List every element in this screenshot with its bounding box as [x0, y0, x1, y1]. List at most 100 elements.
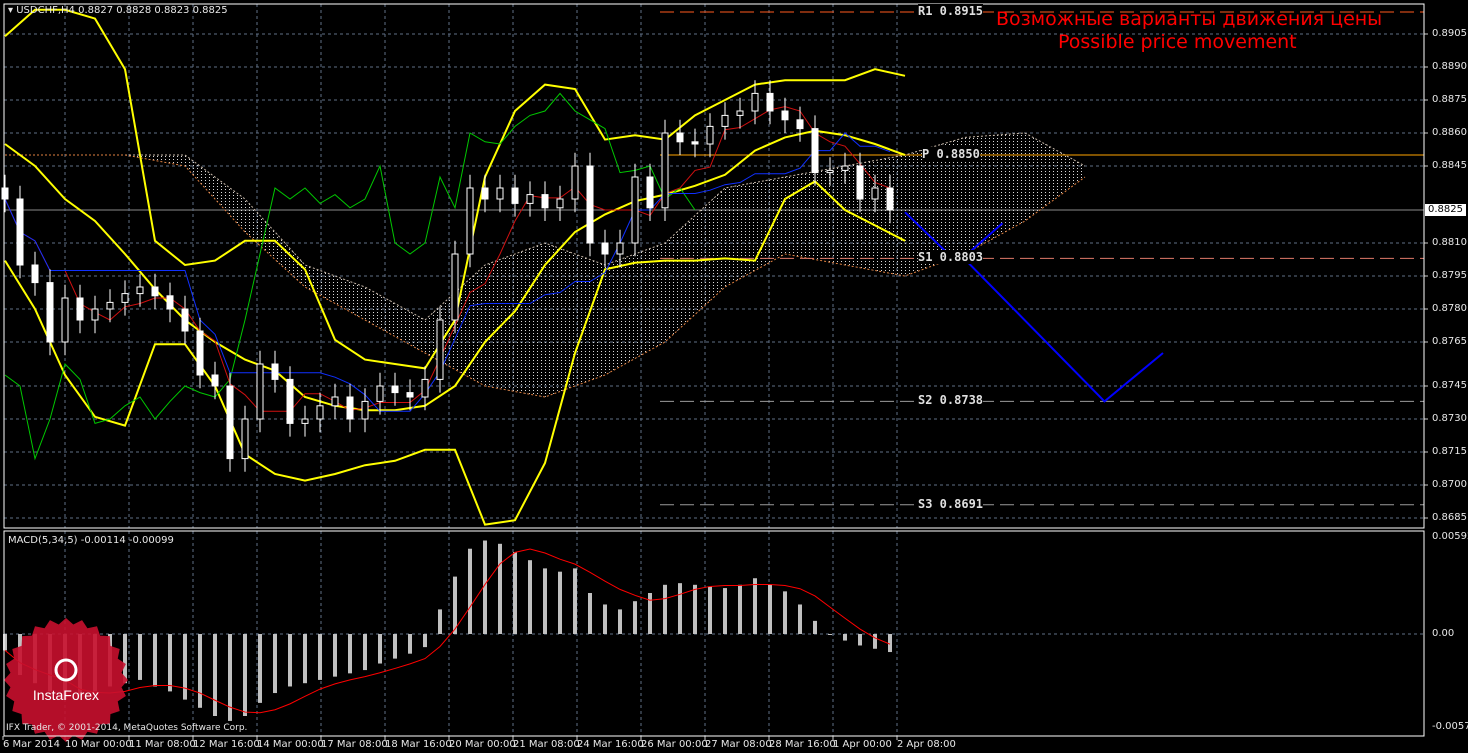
time-tick-label: 26 Mar 00:00: [641, 739, 708, 750]
candle-body: [871, 187, 879, 200]
macd-bar: [213, 634, 217, 716]
macd-bar: [453, 576, 457, 634]
candle-body: [826, 169, 834, 174]
candle-body: [121, 293, 129, 303]
candle-body: [211, 374, 219, 387]
candle-body: [151, 286, 159, 297]
candle-body: [451, 253, 459, 321]
dropdown-icon[interactable]: ▾: [8, 5, 13, 16]
time-tick-label: 28 Mar 16:00: [769, 739, 836, 750]
candle-body: [886, 187, 894, 211]
candle-body: [31, 264, 39, 284]
macd-bar: [153, 634, 157, 687]
candle-body: [241, 418, 249, 460]
candle-body: [661, 132, 669, 209]
candle-body: [316, 405, 324, 420]
macd-bar: [858, 634, 862, 646]
candle-body: [271, 363, 279, 380]
macd-bar: [738, 584, 742, 634]
candle-body: [511, 187, 519, 204]
macd-bar: [783, 591, 787, 634]
price-tick-label: 0.8905: [1432, 28, 1467, 39]
candle-body: [301, 418, 309, 424]
candle-body: [781, 110, 789, 121]
candle-body: [166, 295, 174, 310]
candle-body: [766, 92, 774, 112]
grid: [2, 4, 1428, 740]
candle-body: [526, 194, 534, 204]
candle-body: [736, 110, 744, 116]
macd-bar: [723, 588, 727, 634]
macd-signal-line: [4, 548, 891, 714]
candle-body: [391, 385, 399, 394]
candle-body: [691, 141, 699, 145]
macd-tick-label: 0.00592: [1432, 531, 1468, 542]
candle-body: [46, 282, 54, 343]
candle-body: [556, 198, 564, 209]
candle-body: [571, 165, 579, 200]
annotation-russian: Возможные варианты движения цены: [996, 8, 1383, 30]
current-price-marker: 0.8825: [1425, 204, 1466, 216]
macd-bar: [138, 634, 142, 680]
candle-body: [811, 128, 819, 174]
time-tick-label: 10 Mar 00:00: [65, 739, 132, 750]
annotation-english: Possible price movement: [1058, 31, 1297, 53]
macd-label: MACD(5,34,5) -0.00114 -0.00099: [8, 535, 174, 546]
candle-body: [616, 242, 624, 255]
candle-body: [91, 308, 99, 321]
time-tick-label: 24 Mar 16:00: [577, 739, 644, 750]
candles: [1, 80, 894, 472]
candle-body: [406, 392, 414, 398]
price-tick-label: 0.8780: [1432, 303, 1467, 314]
pivot-label-p: P 0.8850: [922, 147, 980, 161]
macd-bar: [573, 568, 577, 634]
candle-body: [676, 132, 684, 143]
ohlc-values: 0.8827 0.8828 0.8823 0.8825: [78, 5, 228, 16]
macd-bar: [528, 560, 532, 634]
time-tick-label: 17 Mar 08:00: [321, 739, 388, 750]
macd-bar: [543, 568, 547, 634]
macd-bar: [273, 634, 277, 694]
time-tick-label: 12 Mar 16:00: [193, 739, 260, 750]
candle-body: [346, 396, 354, 420]
macd-tick-label: -0.00578: [1432, 721, 1468, 732]
macd-bar: [378, 634, 382, 664]
macd-bar: [318, 634, 322, 680]
pivot-label-r1: R1 0.8915: [918, 4, 984, 18]
candle-body: [631, 176, 639, 244]
time-tick-label: 21 Mar 08:00: [513, 739, 580, 750]
price-tick-label: 0.8890: [1432, 61, 1467, 72]
price-tick-label: 0.8715: [1432, 446, 1467, 457]
macd-bar: [468, 548, 472, 634]
price-tick-label: 0.8730: [1432, 413, 1467, 424]
chart-canvas[interactable]: InstaForex: [0, 0, 1468, 753]
macd-bar: [633, 601, 637, 634]
pivot-label-s3: S3 0.8691: [918, 496, 984, 511]
candle-body: [361, 400, 369, 420]
macd-bar: [408, 634, 412, 654]
candle-body: [16, 198, 24, 266]
kijun-sen: [4, 132, 891, 412]
macd-bar: [333, 634, 337, 677]
pivot-label-s1: S1 0.8803: [918, 250, 984, 265]
macd-bar: [513, 552, 517, 634]
macd-bar: [693, 584, 697, 634]
macd-bar: [288, 634, 292, 687]
macd-bar: [843, 634, 847, 641]
price-tick-label: 0.8745: [1432, 380, 1467, 391]
candle-body: [436, 319, 444, 380]
time-tick-label: 20 Mar 00:00: [449, 739, 516, 750]
candle-body: [286, 378, 294, 424]
candle-body: [136, 286, 144, 295]
candle-body: [106, 301, 114, 310]
symbol-header: ▾ USDCHF,H4 0.8827 0.8828 0.8823 0.8825: [8, 5, 228, 17]
candle-body: [196, 330, 204, 376]
macd-bar: [798, 604, 802, 634]
candle-body: [856, 165, 864, 200]
forecast-path: [956, 251, 1164, 403]
trading-chart-window: InstaForex ▾ USDCHF,H4 0.8827 0.8828 0.8…: [0, 0, 1468, 753]
time-tick-label: 27 Mar 08:00: [705, 739, 772, 750]
macd-bar: [348, 634, 352, 674]
macd-bar: [603, 604, 607, 634]
macd-bar: [438, 609, 442, 634]
